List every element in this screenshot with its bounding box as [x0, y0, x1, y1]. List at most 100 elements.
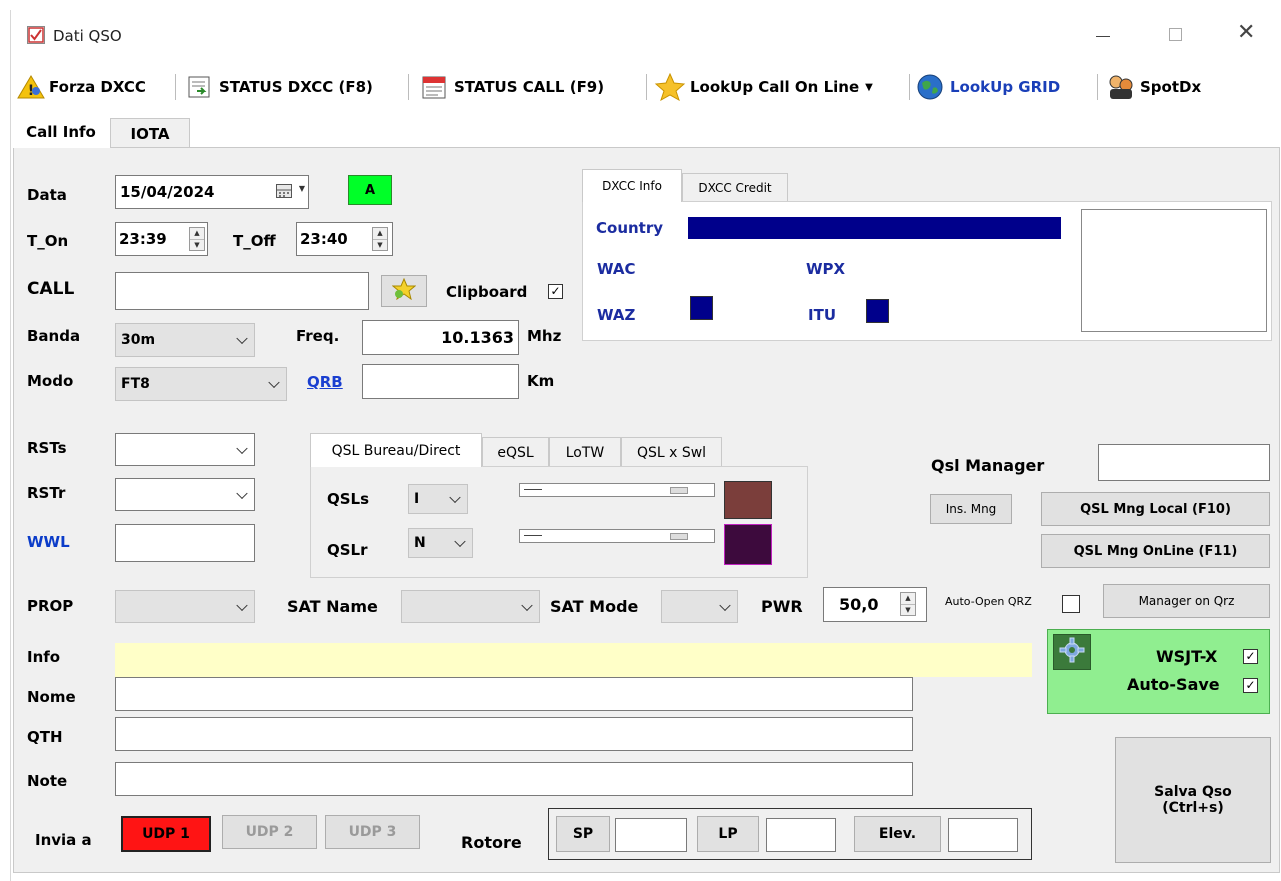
tab-dxcc-info[interactable]: DXCC Info	[582, 169, 682, 202]
clipboard-label: Clipboard	[446, 283, 528, 301]
auto-open-qrz-checkbox[interactable]	[1062, 595, 1080, 613]
qsls-slider[interactable]	[519, 483, 715, 497]
qsls-select[interactable]: I	[408, 484, 468, 514]
date-dropdown-arrow-icon: ▼	[298, 184, 305, 193]
modo-select[interactable]: FT8	[115, 367, 287, 401]
spotdx-button[interactable]: SpotDx	[1106, 72, 1201, 102]
sat-name-label: SAT Name	[287, 597, 378, 616]
t-off-label: T_Off	[233, 232, 276, 250]
elev-value-input[interactable]	[948, 818, 1018, 852]
minimize-button[interactable]	[1096, 36, 1110, 37]
spotdx-icon	[1106, 73, 1136, 101]
banda-select[interactable]: 30m	[115, 323, 255, 357]
freq-value: 10.1363	[441, 328, 514, 347]
elev-button[interactable]: Elev.	[854, 816, 941, 852]
favorite-call-button[interactable]	[381, 275, 427, 307]
banda-value: 30m	[121, 332, 156, 348]
tab-lotw[interactable]: LoTW	[549, 437, 621, 467]
app-icon	[27, 26, 45, 44]
udp3-button[interactable]: UDP 3	[325, 815, 420, 849]
rstr-select[interactable]	[115, 478, 255, 511]
data-label: Data	[27, 186, 67, 204]
status-dxcc-button[interactable]: STATUS DXCC (F8)	[187, 72, 373, 102]
close-icon[interactable]: ✕	[1237, 20, 1255, 45]
auto-save-checkbox[interactable]: ✓	[1243, 678, 1258, 693]
tab-call-info[interactable]: Call Info	[12, 114, 110, 148]
call-label: CALL	[27, 279, 75, 299]
qsl-manager-input[interactable]	[1098, 444, 1270, 481]
qslr-slider-thumb[interactable]	[670, 533, 688, 540]
info-label: Info	[27, 648, 61, 666]
date-value: 15/04/2024	[120, 183, 215, 201]
star-icon	[391, 277, 417, 304]
call-input[interactable]	[115, 272, 369, 310]
status-call-button[interactable]: STATUS CALL (F9)	[420, 72, 604, 102]
wwl-input[interactable]	[115, 524, 255, 562]
rotore-label: Rotore	[461, 833, 522, 852]
note-input[interactable]	[115, 762, 913, 796]
lookup-call-online-button[interactable]: LookUp Call On Line ▼	[654, 72, 873, 102]
sp-value-input[interactable]	[615, 818, 687, 852]
wsjtx-settings-button[interactable]	[1053, 634, 1091, 670]
modo-label: Modo	[27, 372, 74, 390]
country-value-bar	[688, 217, 1061, 239]
itu-label: ITU	[808, 306, 836, 324]
qsls-color-swatch[interactable]	[724, 481, 772, 519]
tab-dxcc-credit[interactable]: DXCC Credit	[682, 173, 788, 202]
prop-select[interactable]	[115, 590, 255, 623]
wac-label: WAC	[597, 260, 636, 278]
qsls-slider-thumb[interactable]	[670, 487, 688, 494]
t-on-spinner[interactable]: ▲ ▼	[189, 227, 205, 251]
wsjtx-checkbox[interactable]: ✓	[1243, 649, 1258, 664]
lp-button[interactable]: LP	[697, 816, 759, 852]
tab-iota[interactable]: IOTA	[110, 118, 190, 148]
qrb-input[interactable]	[362, 364, 519, 399]
qth-input[interactable]	[115, 717, 913, 751]
a-button[interactable]: A	[348, 175, 392, 205]
info-bar	[115, 643, 1032, 677]
forza-dxcc-button[interactable]: ! Forza DXCC	[17, 72, 146, 102]
qsl-manager-label: Qsl Manager	[931, 456, 1045, 475]
sat-name-select[interactable]	[401, 590, 540, 623]
sat-mode-select[interactable]	[661, 590, 738, 623]
star-icon	[654, 72, 686, 102]
status-call-label: STATUS CALL (F9)	[454, 78, 605, 96]
invia-a-label: Invia a	[35, 831, 92, 849]
salva-qso-button[interactable]: Salva Qso (Ctrl+s)	[1115, 737, 1271, 863]
t-on-label: T_On	[27, 232, 69, 250]
sp-button[interactable]: SP	[556, 816, 610, 852]
toolbar-separator	[909, 74, 910, 100]
pwr-label: PWR	[761, 597, 803, 616]
toolbar-separator	[1097, 74, 1098, 100]
t-off-spinner[interactable]: ▲ ▼	[372, 227, 388, 251]
tab-qsl-bureau-direct[interactable]: QSL Bureau/Direct	[310, 433, 482, 467]
auto-save-label: Auto-Save	[1127, 675, 1220, 694]
tab-eqsl[interactable]: eQSL	[482, 437, 549, 467]
lookup-grid-label: LookUp GRID	[950, 78, 1061, 96]
qslr-slider[interactable]	[519, 529, 715, 543]
clipboard-checkbox[interactable]: ✓	[548, 284, 563, 299]
dropdown-arrow-icon: ▼	[865, 81, 873, 93]
toolbar-separator	[646, 74, 647, 100]
lp-value-input[interactable]	[766, 818, 836, 852]
udp1-button[interactable]: UDP 1	[121, 816, 211, 852]
rsts-select[interactable]	[115, 433, 255, 466]
forza-dxcc-label: Forza DXCC	[49, 78, 146, 96]
qslr-select[interactable]: N	[408, 528, 473, 558]
qrb-link[interactable]: QRB	[307, 373, 343, 391]
pwr-spinner[interactable]: ▲ ▼	[900, 592, 916, 616]
qsls-label: QSLs	[327, 490, 370, 508]
qsl-mng-local-button[interactable]: QSL Mng Local (F10)	[1041, 492, 1270, 526]
freq-input[interactable]: 10.1363	[362, 320, 519, 355]
lookup-grid-button[interactable]: LookUp GRID	[916, 72, 1060, 102]
date-picker[interactable]: 15/04/2024 ▼	[115, 175, 309, 209]
qslr-color-swatch[interactable]	[724, 524, 772, 565]
udp2-button[interactable]: UDP 2	[222, 815, 317, 849]
nome-input[interactable]	[115, 677, 913, 711]
ins-mng-button[interactable]: Ins. Mng	[930, 494, 1012, 524]
qsl-mng-online-button[interactable]: QSL Mng OnLine (F11)	[1041, 534, 1270, 568]
maximize-button[interactable]	[1169, 28, 1182, 41]
sat-mode-label: SAT Mode	[550, 597, 639, 616]
manager-on-qrz-button[interactable]: Manager on Qrz	[1103, 584, 1270, 618]
tab-qsl-x-swl[interactable]: QSL x Swl	[621, 437, 722, 467]
